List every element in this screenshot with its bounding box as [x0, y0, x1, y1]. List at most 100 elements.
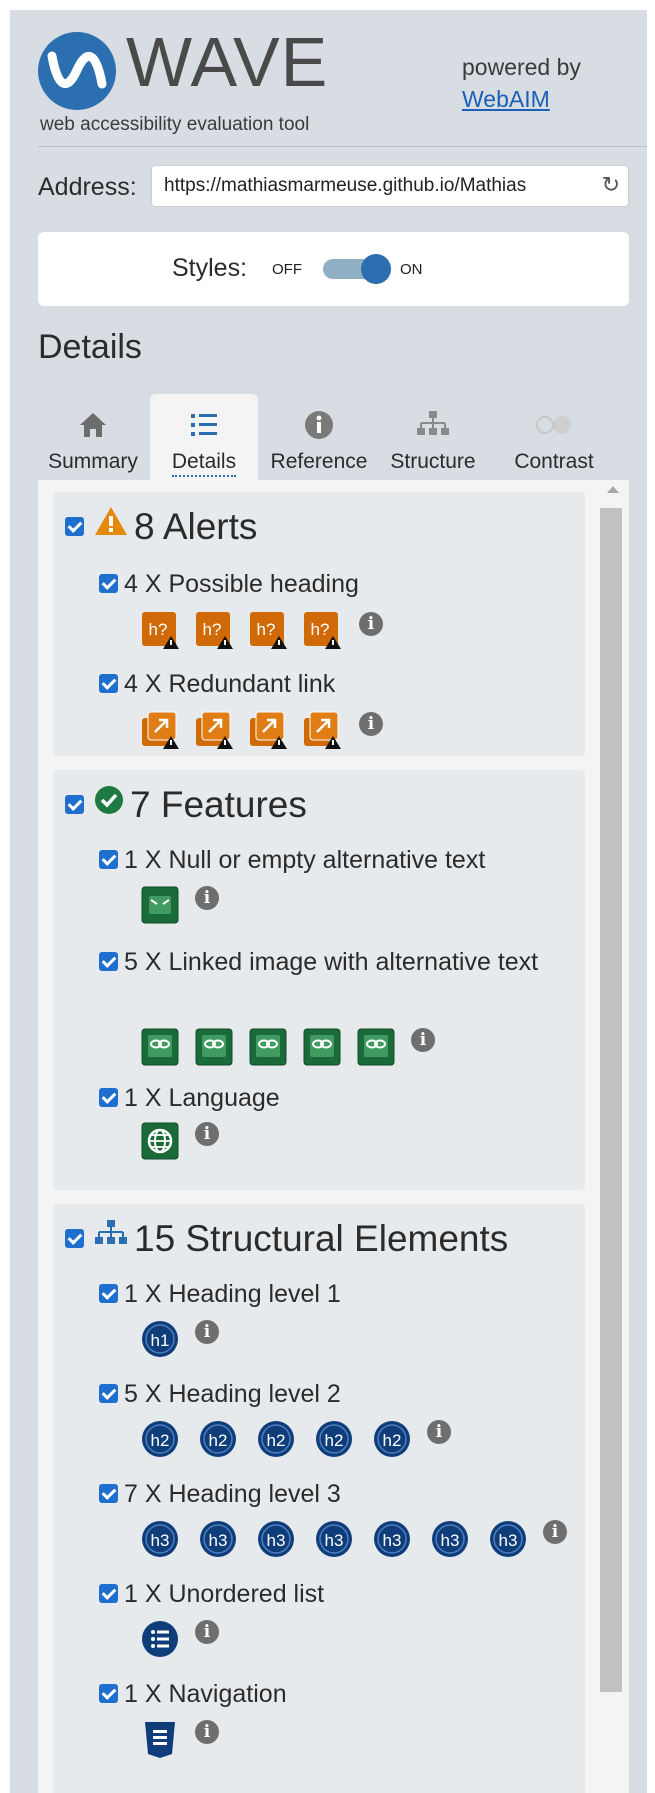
- features-checkbox[interactable]: [65, 794, 84, 814]
- svg-text:h2: h2: [151, 1431, 170, 1450]
- webaim-link[interactable]: WebAIM: [462, 86, 550, 113]
- heading-level-1-checkbox[interactable]: [99, 1283, 118, 1303]
- linked-image-checkbox[interactable]: [99, 951, 118, 971]
- possible-heading-icon[interactable]: h?: [303, 610, 343, 650]
- linked-image-icon[interactable]: [303, 1028, 343, 1068]
- h3-icon[interactable]: h3: [373, 1520, 413, 1560]
- h3-icon[interactable]: h3: [199, 1520, 239, 1560]
- alerts-checkbox[interactable]: [65, 516, 84, 536]
- scrollbar-thumb[interactable]: [600, 508, 622, 1692]
- item-label: 5 X Linked image with alternative text: [124, 948, 539, 976]
- address-field[interactable]: ↻: [151, 165, 629, 207]
- info-icon[interactable]: i: [195, 1620, 219, 1644]
- h3-icon[interactable]: h3: [489, 1520, 529, 1560]
- h2-icon[interactable]: h2: [315, 1420, 355, 1460]
- tab-label: Contrast: [514, 450, 594, 473]
- tab-label: Details: [171, 450, 237, 477]
- svg-text:h3: h3: [151, 1531, 170, 1550]
- tab-summary[interactable]: Summary: [38, 394, 148, 480]
- h3-icon[interactable]: h3: [315, 1520, 355, 1560]
- alerts-title: 8 Alerts: [134, 506, 258, 547]
- tab-structure[interactable]: Structure: [378, 394, 488, 480]
- svg-text:h?: h?: [149, 620, 168, 639]
- structure-checkbox[interactable]: [65, 1228, 84, 1248]
- info-icon[interactable]: i: [543, 1520, 567, 1544]
- language-checkbox[interactable]: [99, 1087, 118, 1107]
- svg-text:h?: h?: [203, 620, 222, 639]
- unordered-list-icons: i: [141, 1620, 441, 1660]
- info-icon[interactable]: i: [427, 1420, 451, 1444]
- reload-icon[interactable]: ↻: [602, 172, 620, 198]
- null-alt-icons: i: [141, 886, 441, 926]
- linked-image-icon[interactable]: [141, 1028, 181, 1068]
- linked-image-icon[interactable]: [357, 1028, 397, 1068]
- styles-toggle-switch[interactable]: [323, 254, 391, 284]
- info-icon: [260, 408, 378, 442]
- structure-title: 15 Structural Elements: [134, 1218, 509, 1259]
- heading-level-2-checkbox[interactable]: [99, 1383, 118, 1403]
- redundant-link-icon[interactable]: [141, 710, 181, 750]
- possible-heading-checkbox[interactable]: [99, 573, 118, 593]
- h2-icon[interactable]: h2: [257, 1420, 297, 1460]
- item-label: 1 X Heading level 1: [124, 1280, 341, 1308]
- info-icon[interactable]: i: [195, 886, 219, 910]
- tab-label: Structure: [390, 450, 476, 473]
- styles-on-label: ON: [400, 261, 423, 278]
- redundant-link-icon[interactable]: [249, 710, 289, 750]
- possible-heading-icon[interactable]: h?: [195, 610, 235, 650]
- svg-text:h3: h3: [267, 1531, 286, 1550]
- h2-icon[interactable]: h2: [373, 1420, 413, 1460]
- unordered-list-icon[interactable]: [141, 1620, 181, 1660]
- null-alt-checkbox[interactable]: [99, 849, 118, 869]
- h2-icon[interactable]: h2: [199, 1420, 239, 1460]
- linked-image-icon[interactable]: [249, 1028, 289, 1068]
- item-label: 1 X Null or empty alternative text: [124, 846, 486, 874]
- tab-reference[interactable]: Reference: [260, 394, 378, 480]
- redundant-link-icons: i: [141, 710, 441, 750]
- info-icon[interactable]: i: [195, 1122, 219, 1146]
- unordered-list-checkbox[interactable]: [99, 1583, 118, 1603]
- svg-text:h3: h3: [209, 1531, 228, 1550]
- redundant-link-checkbox[interactable]: [99, 673, 118, 693]
- h2-icon[interactable]: h2: [141, 1420, 181, 1460]
- wave-sidebar: WAVE web accessibility evaluation tool p…: [10, 10, 647, 1793]
- tab-contrast[interactable]: Contrast: [490, 394, 618, 480]
- unordered-list-item: 1 X Unordered list: [99, 1576, 569, 1612]
- scroll-up-icon[interactable]: [607, 486, 619, 493]
- info-icon[interactable]: i: [195, 1320, 219, 1344]
- info-icon[interactable]: i: [411, 1028, 435, 1052]
- panel-tabs: Summary Details Reference Structure Cont…: [38, 394, 629, 480]
- structure-card: 15 Structural Elements 1 X Heading level…: [53, 1204, 585, 1793]
- possible-heading-icons: h? h? h? h? i: [141, 610, 441, 650]
- null-alt-item: 1 X Null or empty alternative text: [99, 842, 569, 878]
- address-input[interactable]: [162, 174, 592, 198]
- possible-heading-icon[interactable]: h?: [249, 610, 289, 650]
- h1-icon[interactable]: h1: [141, 1320, 181, 1360]
- h3-icon[interactable]: h3: [257, 1520, 297, 1560]
- info-icon[interactable]: i: [359, 712, 383, 736]
- info-icon[interactable]: i: [359, 612, 383, 636]
- tab-details[interactable]: Details: [150, 394, 258, 480]
- tab-label: Summary: [48, 450, 138, 473]
- svg-text:h2: h2: [267, 1431, 286, 1450]
- h3-icon[interactable]: h3: [141, 1520, 181, 1560]
- redundant-link-icon[interactable]: [195, 710, 235, 750]
- redundant-link-item: 4 X Redundant link: [99, 666, 569, 702]
- linked-image-icon[interactable]: [195, 1028, 235, 1068]
- possible-heading-icon[interactable]: h?: [141, 610, 181, 650]
- tagline: web accessibility evaluation tool: [40, 114, 310, 135]
- h3-icon[interactable]: h3: [431, 1520, 471, 1560]
- heading-level-3-checkbox[interactable]: [99, 1483, 118, 1503]
- heading-level-1-icons: h1 i: [141, 1320, 441, 1360]
- navigation-icon[interactable]: [141, 1720, 181, 1760]
- navigation-checkbox[interactable]: [99, 1683, 118, 1703]
- svg-text:h3: h3: [499, 1531, 518, 1550]
- language-icon[interactable]: [141, 1122, 181, 1162]
- linked-image-icons: i: [141, 1028, 481, 1068]
- info-icon[interactable]: i: [195, 1720, 219, 1744]
- header-divider: [38, 146, 647, 147]
- null-alt-icon[interactable]: [141, 886, 181, 926]
- svg-text:h3: h3: [325, 1531, 344, 1550]
- redundant-link-icon[interactable]: [303, 710, 343, 750]
- possible-heading-item: 4 X Possible heading: [99, 566, 569, 602]
